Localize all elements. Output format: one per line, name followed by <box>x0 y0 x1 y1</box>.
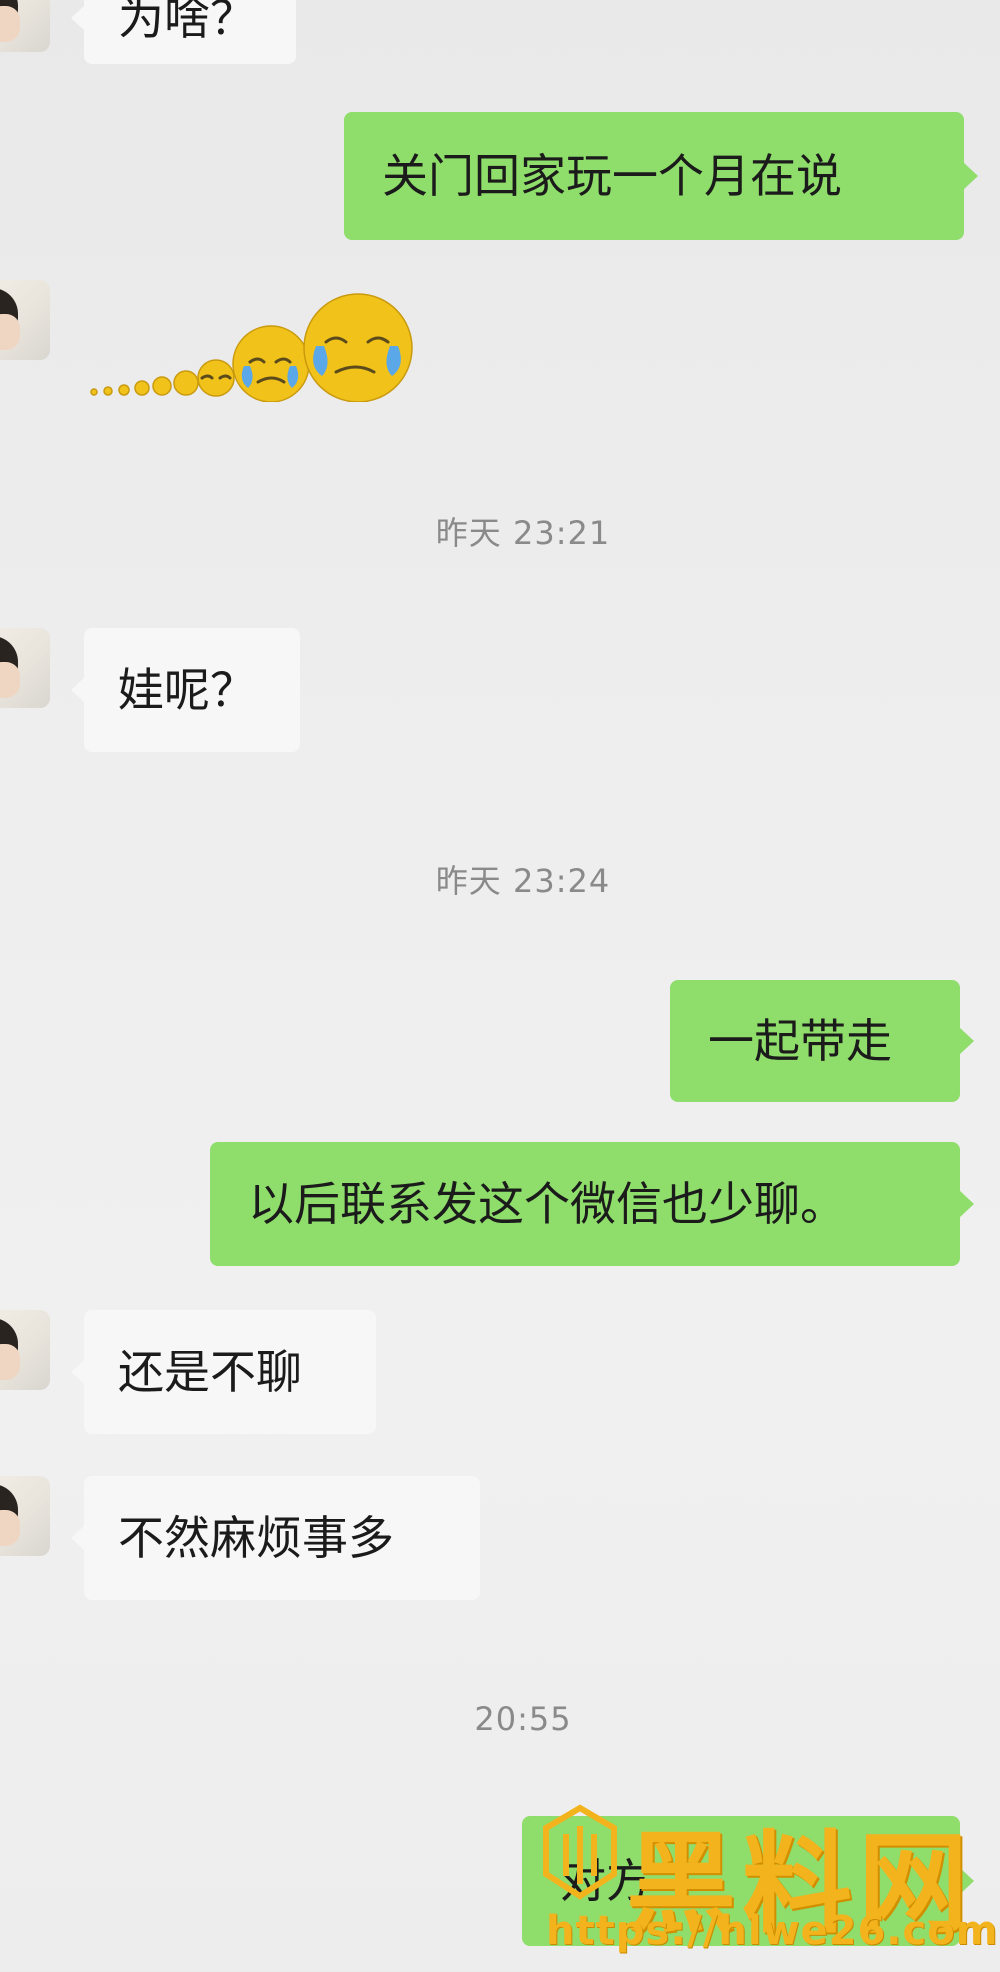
watermark-url: https://hlwe26.com <box>546 1908 999 1954</box>
contact-avatar[interactable] <box>0 280 50 360</box>
contact-avatar[interactable] <box>0 0 50 52</box>
message-text: 关门回家玩一个月在说 <box>382 149 842 203</box>
outgoing-message-bubble[interactable]: 一起带走 <box>670 980 974 1102</box>
message-timestamp: 昨天 23:21 <box>435 514 611 552</box>
outgoing-message-bubble[interactable]: 以后联系发这个微信也少聊。 <box>210 1142 974 1266</box>
outgoing-message-bubble[interactable]: 关门回家玩一个月在说 <box>344 112 978 240</box>
watermark-logo-icon <box>540 1804 620 1900</box>
chat-window: 为啥？ 关门回家玩一个月在说 昨天 23:21 娃呢？ 昨天 23:24 一起带… <box>0 0 1000 1972</box>
incoming-message-bubble[interactable]: 不然麻烦事多 <box>71 1476 480 1600</box>
contact-avatar[interactable] <box>0 628 50 708</box>
message-text: 娃呢？ <box>118 663 256 717</box>
incoming-message-bubble[interactable]: 为啥？ <box>71 0 296 64</box>
message-text: 不然麻烦事多 <box>118 1511 394 1565</box>
contact-avatar[interactable] <box>0 1310 50 1390</box>
message-text: 一起带走 <box>708 1014 892 1068</box>
incoming-message-bubble[interactable]: 还是不聊 <box>71 1310 376 1434</box>
contact-avatar[interactable] <box>0 1476 50 1556</box>
message-text: 以后联系发这个微信也少聊。 <box>248 1177 846 1231</box>
message-text: 还是不聊 <box>118 1345 302 1399</box>
message-timestamp: 昨天 23:24 <box>435 862 611 900</box>
crying-face-trail-icon[interactable] <box>86 282 506 403</box>
message-timestamp: 20:55 <box>474 1700 572 1738</box>
message-text: 为啥？ <box>118 0 256 45</box>
watermark: 黑料网 https://hlwe26.com <box>540 1800 997 1972</box>
incoming-message-bubble[interactable]: 娃呢？ <box>71 628 300 752</box>
